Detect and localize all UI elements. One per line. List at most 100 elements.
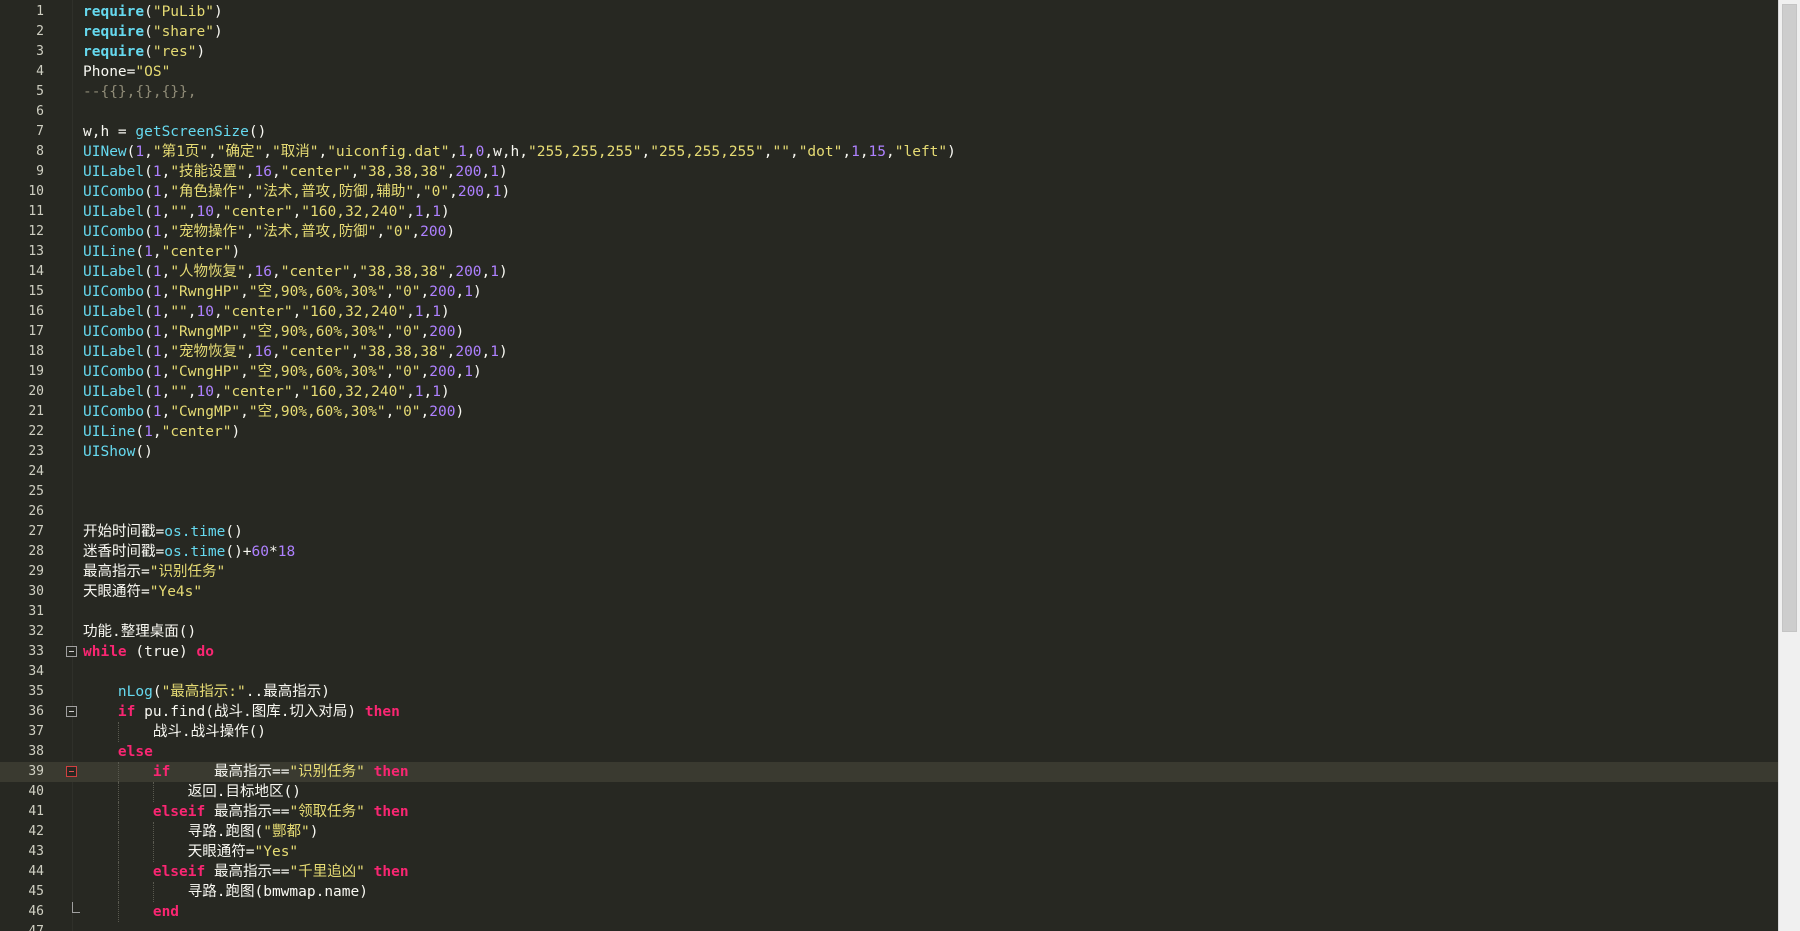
code-text[interactable]: UICombo(1,"宠物操作","法术,普攻,防御","0",200): [83, 222, 455, 242]
code-text[interactable]: 功能.整理桌面(): [83, 622, 196, 642]
code-line[interactable]: 44 elseif 最高指示=="千里追凶" then: [0, 862, 1778, 882]
fold-toggle-icon[interactable]: [66, 766, 77, 777]
code-text[interactable]: UILine(1,"center"): [83, 242, 240, 262]
code-text[interactable]: 最高指示="识别任务": [83, 562, 225, 582]
code-text[interactable]: nLog("最高指示:"..最高指示): [83, 682, 330, 702]
code-text[interactable]: UILabel(1,"",10,"center","160,32,240",1,…: [83, 202, 450, 222]
code-text[interactable]: UILabel(1,"宠物恢复",16,"center","38,38,38",…: [83, 342, 508, 362]
code-line[interactable]: 7 w,h = getScreenSize(): [0, 122, 1778, 142]
code-line[interactable]: 30 天眼通符="Ye4s": [0, 582, 1778, 602]
code-text[interactable]: UIShow(): [83, 442, 153, 462]
code-text[interactable]: 开始时间戳=os.time(): [83, 522, 243, 542]
scrollbar-thumb[interactable]: [1782, 4, 1797, 632]
code-line[interactable]: 40 返回.目标地区(): [0, 782, 1778, 802]
code-text[interactable]: 迷香时间戳=os.time()+60*18: [83, 542, 295, 562]
code-line[interactable]: 22 UILine(1,"center"): [0, 422, 1778, 442]
code-text[interactable]: 寻路.跑图("酆都"): [83, 822, 319, 842]
code-text[interactable]: 战斗.战斗操作(): [83, 722, 266, 742]
code-text[interactable]: if pu.find(战斗.图库.切入对局) then: [83, 702, 400, 722]
code-line[interactable]: 26: [0, 502, 1778, 522]
code-line[interactable]: 33 while (true) do: [0, 642, 1778, 662]
code-line[interactable]: 34: [0, 662, 1778, 682]
code-text[interactable]: UILabel(1,"人物恢复",16,"center","38,38,38",…: [83, 262, 508, 282]
code-text[interactable]: require("PuLib"): [83, 2, 223, 22]
code-text[interactable]: UILine(1,"center"): [83, 422, 240, 442]
code-line[interactable]: 24: [0, 462, 1778, 482]
code-text[interactable]: 天眼通符="Yes": [83, 842, 298, 862]
code-line[interactable]: 16 UILabel(1,"",10,"center","160,32,240",…: [0, 302, 1778, 322]
text-token: ,: [213, 384, 223, 400]
code-line[interactable]: 27 开始时间戳=os.time(): [0, 522, 1778, 542]
code-line[interactable]: 39 if 最高指示=="识别任务" then: [0, 762, 1778, 782]
code-line[interactable]: 21 UICombo(1,"CwngMP","空,90%,60%,30%","0"…: [0, 402, 1778, 422]
code-line[interactable]: 45 寻路.跑图(bmwmap.name): [0, 882, 1778, 902]
code-line[interactable]: 20 UILabel(1,"",10,"center","160,32,240",…: [0, 382, 1778, 402]
code-text[interactable]: 寻路.跑图(bmwmap.name): [83, 882, 368, 902]
vertical-scrollbar[interactable]: [1778, 0, 1800, 931]
code-text[interactable]: end: [83, 902, 179, 922]
code-line[interactable]: 13 UILine(1,"center"): [0, 242, 1778, 262]
code-line[interactable]: 38 else: [0, 742, 1778, 762]
keyword-token: else: [117, 744, 153, 760]
code-text[interactable]: UICombo(1,"RwngHP","空,90%,60%,30%","0",2…: [83, 282, 482, 302]
code-text[interactable]: UICombo(1,"CwngHP","空,90%,60%,30%","0",2…: [83, 362, 482, 382]
number-token: 16: [254, 344, 272, 360]
code-line[interactable]: 47: [0, 922, 1778, 931]
code-text[interactable]: UICombo(1,"角色操作","法术,普攻,防御,辅助","0",200,1…: [83, 182, 510, 202]
code-text[interactable]: require("share"): [83, 22, 223, 42]
code-text[interactable]: UILabel(1,"技能设置",16,"center","38,38,38",…: [83, 162, 508, 182]
code-line[interactable]: 43 天眼通符="Yes": [0, 842, 1778, 862]
code-text[interactable]: UICombo(1,"RwngMP","空,90%,60%,30%","0",2…: [83, 322, 464, 342]
code-line[interactable]: 3 require("res"): [0, 42, 1778, 62]
code-line[interactable]: 25: [0, 482, 1778, 502]
code-line[interactable]: 19 UICombo(1,"CwngHP","空,90%,60%,30%","0"…: [0, 362, 1778, 382]
code-line[interactable]: 8 UINew(1,"第1页","确定","取消","uiconfig.dat",…: [0, 142, 1778, 162]
code-line[interactable]: 36 if pu.find(战斗.图库.切入对局) then: [0, 702, 1778, 722]
code-text[interactable]: w,h = getScreenSize(): [83, 122, 266, 142]
code-text[interactable]: UICombo(1,"CwngMP","空,90%,60%,30%","0",2…: [83, 402, 464, 422]
code-line[interactable]: 32 功能.整理桌面(): [0, 622, 1778, 642]
code-text[interactable]: require("res"): [83, 42, 205, 62]
code-line[interactable]: 1 require("PuLib"): [0, 2, 1778, 22]
code-line[interactable]: 15 UICombo(1,"RwngHP","空,90%,60%,30%","0"…: [0, 282, 1778, 302]
code-line[interactable]: 31: [0, 602, 1778, 622]
code-line[interactable]: 28 迷香时间戳=os.time()+60*18: [0, 542, 1778, 562]
code-line[interactable]: 12 UICombo(1,"宠物操作","法术,普攻,防御","0",200): [0, 222, 1778, 242]
code-line[interactable]: 42 寻路.跑图("酆都"): [0, 822, 1778, 842]
code-text[interactable]: while (true) do: [83, 642, 214, 662]
code-line[interactable]: 9 UILabel(1,"技能设置",16,"center","38,38,38"…: [0, 162, 1778, 182]
code-text[interactable]: UILabel(1,"",10,"center","160,32,240",1,…: [83, 302, 450, 322]
code-line[interactable]: 5 --{{},{},{}},: [0, 82, 1778, 102]
code-line[interactable]: 46 end: [0, 902, 1778, 922]
code-line[interactable]: 23 UIShow(): [0, 442, 1778, 462]
code-text[interactable]: if 最高指示=="识别任务" then: [83, 762, 409, 782]
code-text[interactable]: Phone="OS": [83, 62, 170, 82]
code-text[interactable]: else: [83, 742, 153, 762]
code-line[interactable]: 6: [0, 102, 1778, 122]
code-line[interactable]: 29 最高指示="识别任务": [0, 562, 1778, 582]
code-text[interactable]: elseif 最高指示=="千里追凶" then: [83, 862, 409, 882]
code-line[interactable]: 2 require("share"): [0, 22, 1778, 42]
code-text[interactable]: --{{},{},{}},: [83, 82, 197, 102]
code-text[interactable]: UINew(1,"第1页","确定","取消","uiconfig.dat",1…: [83, 142, 956, 162]
code-line[interactable]: 37 战斗.战斗操作(): [0, 722, 1778, 742]
code-text[interactable]: UILabel(1,"",10,"center","160,32,240",1,…: [83, 382, 450, 402]
fold-toggle-icon[interactable]: [66, 646, 77, 657]
code-text[interactable]: elseif 最高指示=="领取任务" then: [83, 802, 409, 822]
code-line[interactable]: 41 elseif 最高指示=="领取任务" then: [0, 802, 1778, 822]
text-token: (: [144, 164, 153, 180]
code-text[interactable]: 天眼通符="Ye4s": [83, 582, 202, 602]
code-line[interactable]: 18 UILabel(1,"宠物恢复",16,"center","38,38,38…: [0, 342, 1778, 362]
code-line[interactable]: 4 Phone="OS": [0, 62, 1778, 82]
fold-toggle-icon[interactable]: [66, 706, 77, 717]
code-line[interactable]: 11 UILabel(1,"",10,"center","160,32,240",…: [0, 202, 1778, 222]
text-token: ,: [263, 144, 272, 160]
code-text[interactable]: 返回.目标地区(): [83, 782, 301, 802]
line-number: 17: [28, 324, 44, 339]
code-area[interactable]: 1 require("PuLib") 2 require("share") 3 requi…: [0, 0, 1778, 931]
code-line[interactable]: 35 nLog("最高指示:"..最高指示): [0, 682, 1778, 702]
code-line[interactable]: 10 UICombo(1,"角色操作","法术,普攻,防御,辅助","0",200…: [0, 182, 1778, 202]
code-editor[interactable]: 1 require("PuLib") 2 require("share") 3 requi…: [0, 0, 1800, 931]
code-line[interactable]: 14 UILabel(1,"人物恢复",16,"center","38,38,38…: [0, 262, 1778, 282]
code-line[interactable]: 17 UICombo(1,"RwngMP","空,90%,60%,30%","0"…: [0, 322, 1778, 342]
